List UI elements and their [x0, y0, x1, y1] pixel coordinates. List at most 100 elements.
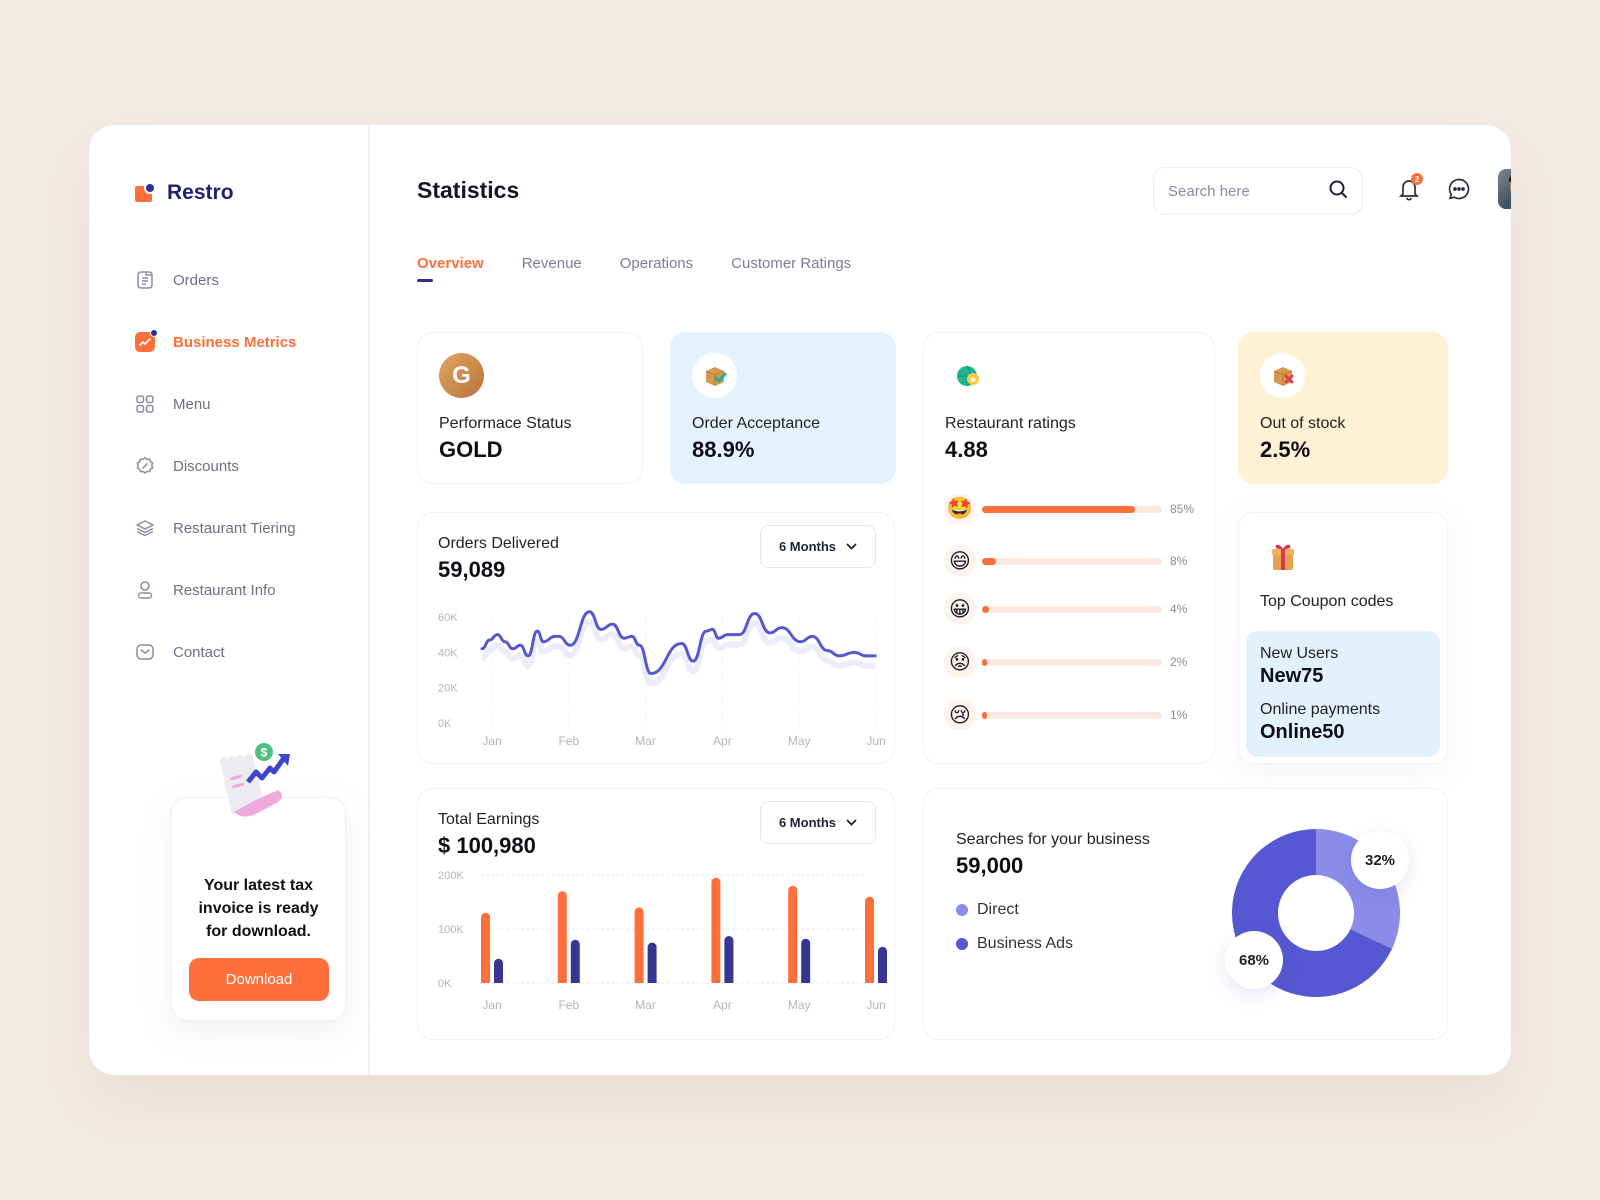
legend-item-business-ads: Business Ads — [956, 935, 1073, 953]
page-title: Statistics — [417, 177, 520, 203]
bar-series-a — [865, 896, 874, 983]
bar-series-b — [878, 946, 887, 983]
y-tick-label: 100K — [438, 924, 464, 936]
chart-title: Searches for your business — [956, 831, 1150, 848]
performance-status-card[interactable]: G Performace Status GOLD — [417, 332, 643, 484]
x-tick-label: Apr — [713, 998, 732, 1012]
svg-text:★: ★ — [968, 374, 976, 384]
sidebar-item-label: Restaurant Info — [173, 581, 276, 599]
bar-base — [494, 978, 503, 983]
svg-text:$: $ — [261, 746, 268, 760]
coupon-code[interactable]: Online50 — [1260, 721, 1344, 744]
rating-bar-track — [982, 505, 1162, 513]
mail-icon — [135, 642, 155, 662]
bar-base — [557, 978, 567, 983]
bar-base — [788, 978, 798, 983]
bar-series-b — [724, 936, 734, 983]
sidebar: Restro Orders Business Metrics Menu Disc… — [89, 125, 370, 1075]
search-icon[interactable] — [1328, 179, 1348, 204]
x-tick-label: Jun — [866, 998, 885, 1012]
rating-bar-fill — [982, 557, 997, 565]
sidebar-item-menu[interactable]: Menu — [135, 373, 296, 435]
rating-bar-track — [982, 711, 1162, 719]
bar-base — [865, 978, 874, 983]
sidebar-item-restaurant-tiering[interactable]: Restaurant Tiering — [135, 497, 296, 559]
bar-base — [481, 978, 490, 983]
sidebar-item-label: Menu — [173, 395, 211, 413]
legend-item-direct: Direct — [956, 901, 1019, 919]
bar-base — [801, 978, 811, 983]
rating-percent: 8% — [1170, 554, 1188, 568]
notification-badge: 2 — [1411, 173, 1423, 185]
sidebar-nav: Orders Business Metrics Menu Discounts R… — [135, 249, 296, 683]
sidebar-item-contact[interactable]: Contact — [135, 621, 296, 683]
tab-bar: Overview Revenue Operations Customer Rat… — [417, 255, 851, 282]
download-button[interactable]: Download — [189, 958, 329, 1001]
main-content: Statistics 2 Overview Revenue Operations… — [372, 125, 1511, 1075]
rating-percent: 2% — [1170, 655, 1188, 669]
order-acceptance-card[interactable]: Order Acceptance 88.9% — [670, 332, 896, 484]
rating-percent: 4% — [1170, 602, 1188, 616]
sidebar-item-label: Restaurant Tiering — [173, 519, 296, 537]
chat-icon — [1448, 178, 1470, 200]
total-earnings-card: Total Earnings $ 100,980 6 Months 0K 100K… — [417, 788, 895, 1040]
orders-line-chart: 0K 20K 40K 60K Jan Feb Mar Apr May Jun — [438, 610, 886, 748]
legend-label: Direct — [977, 901, 1019, 918]
tab-operations[interactable]: Operations — [620, 255, 693, 282]
y-tick-label: 20K — [438, 683, 458, 695]
x-tick-label: Mar — [635, 734, 656, 748]
rating-row: 😄 8% — [944, 543, 1187, 579]
rating-bar-track — [982, 605, 1162, 613]
rating-emoji-icon: 😟 — [944, 646, 976, 678]
sidebar-item-label: Business Metrics — [173, 333, 297, 351]
sidebar-item-restaurant-info[interactable]: Restaurant Info — [135, 559, 296, 621]
rating-row: 😟 2% — [944, 644, 1187, 680]
coupon-label: New Users — [1260, 645, 1339, 662]
rating-row: 🤩 85% — [944, 491, 1194, 527]
sidebar-item-business-metrics[interactable]: Business Metrics — [135, 311, 296, 373]
coupon-list: New Users New75 Online payments Online50 — [1246, 631, 1440, 757]
sidebar-item-orders[interactable]: Orders — [135, 249, 296, 311]
grid-icon — [135, 394, 155, 414]
search-box[interactable] — [1153, 167, 1363, 215]
out-of-stock-card[interactable]: Out of stock 2.5% — [1238, 332, 1448, 484]
x-tick-label: Apr — [713, 734, 732, 748]
app-window: Restro Orders Business Metrics Menu Disc… — [89, 125, 1511, 1075]
rating-row: 😢 1% — [944, 697, 1187, 733]
x-tick-label: Jun — [866, 734, 885, 748]
y-tick-label: 40K — [438, 647, 458, 659]
bar-series-b — [801, 938, 811, 983]
bar-base — [570, 978, 580, 983]
bar-base — [724, 978, 734, 983]
chart-value: 59,000 — [956, 853, 1024, 878]
app-name: Restro — [167, 181, 234, 204]
y-tick-label: 60K — [438, 612, 458, 624]
layers-icon — [135, 518, 155, 538]
bar-base — [878, 978, 887, 983]
avatar[interactable] — [1498, 169, 1511, 209]
orders-delivered-card: Orders Delivered 59,089 6 Months 0K 20K 40… — [417, 512, 895, 764]
coupon-label: Online payments — [1260, 701, 1381, 718]
tab-revenue[interactable]: Revenue — [522, 255, 582, 282]
line-shadow — [481, 618, 876, 687]
sidebar-item-discounts[interactable]: Discounts — [135, 435, 296, 497]
bar-series-a — [788, 885, 798, 983]
x-tick-label: Feb — [558, 734, 579, 748]
messages-button[interactable] — [1445, 175, 1473, 203]
x-tick-label: May — [788, 998, 811, 1012]
search-input[interactable] — [1168, 182, 1328, 200]
y-tick-label: 0K — [438, 718, 452, 730]
bar-series-a — [634, 907, 644, 983]
rating-percent: 85% — [1170, 502, 1195, 516]
globe-star-icon: ★ — [945, 353, 990, 398]
bar-series-a — [481, 912, 490, 983]
logo[interactable]: Restro — [135, 181, 234, 205]
rating-emoji-icon: 😢 — [944, 699, 976, 731]
coupon-code[interactable]: New75 — [1260, 665, 1323, 688]
tab-customer-ratings[interactable]: Customer Ratings — [731, 255, 851, 282]
tab-overview[interactable]: Overview — [417, 255, 484, 282]
notifications-button[interactable]: 2 — [1395, 173, 1423, 203]
top-coupons-card: Top Coupon codes New Users New75 Online … — [1238, 512, 1448, 764]
x-tick-label: Mar — [635, 998, 656, 1012]
rating-bar-fill — [982, 711, 987, 719]
